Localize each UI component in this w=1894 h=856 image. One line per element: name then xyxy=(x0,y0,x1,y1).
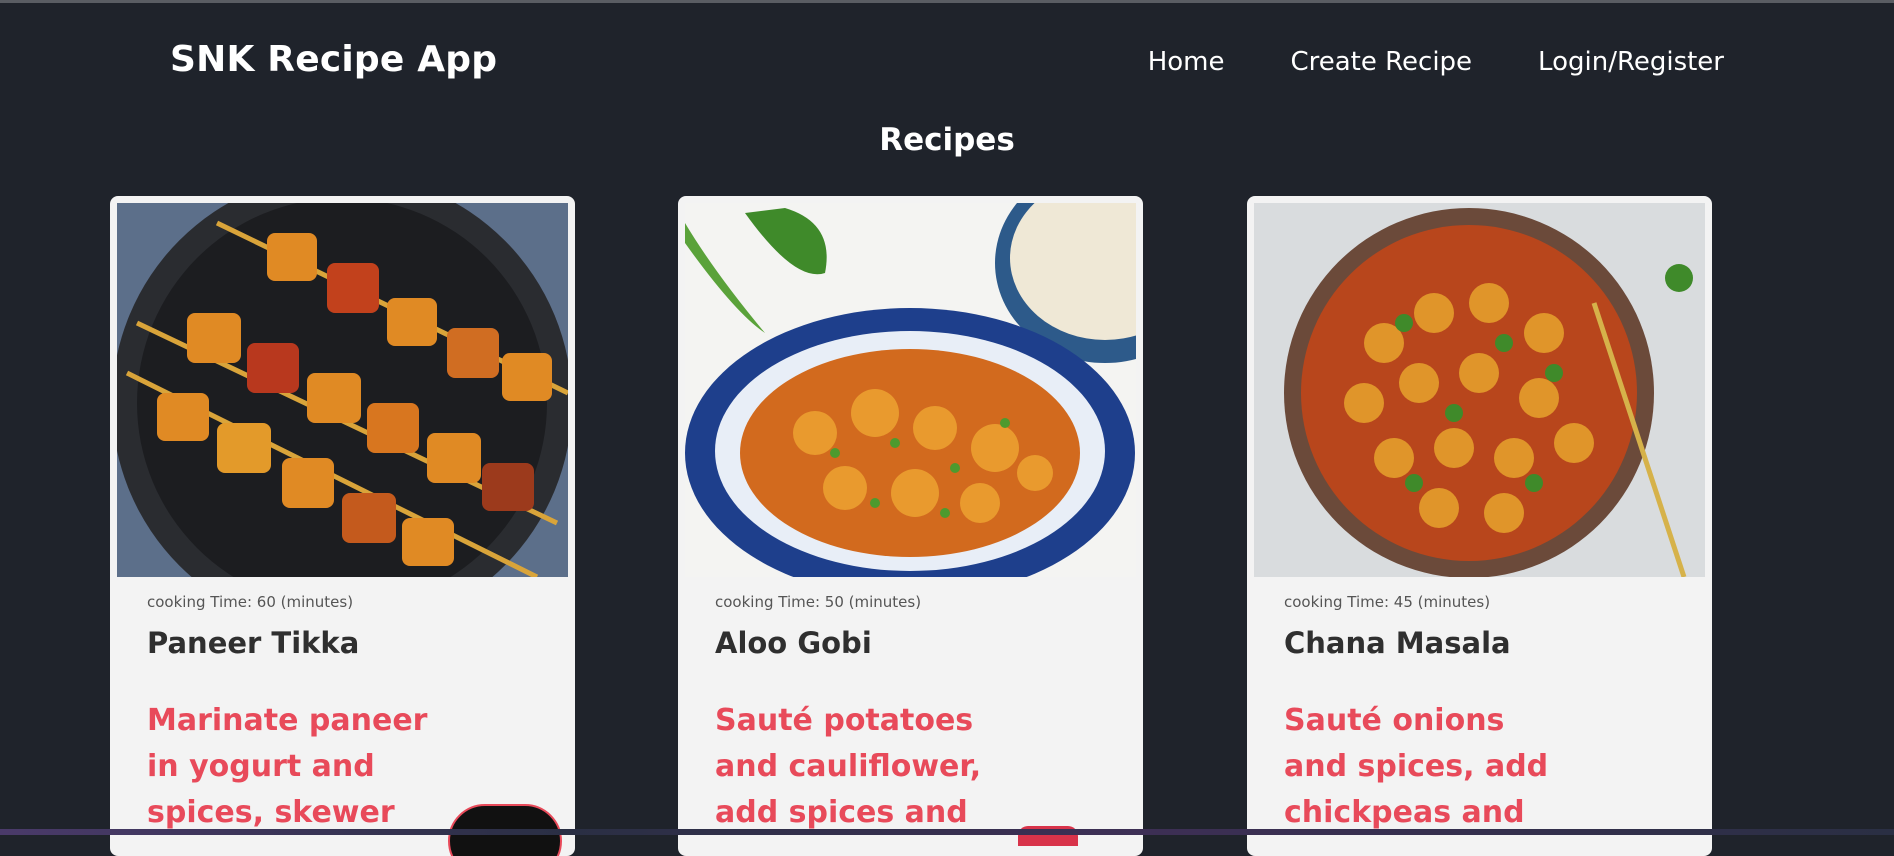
recipe-title: Paneer Tikka xyxy=(147,626,360,660)
nav-home-link[interactable]: Home xyxy=(1148,47,1225,77)
cooking-time: cooking Time: 45 (minutes) xyxy=(1284,593,1491,611)
recipe-image-chana-masala xyxy=(1254,203,1705,577)
recipe-description: Marinate paneer in yogurt and spices, sk… xyxy=(147,703,428,830)
recipe-card: cooking Time: 60 (minutes) Paneer Tikka … xyxy=(110,196,575,856)
nav-create-recipe-link[interactable]: Create Recipe xyxy=(1290,47,1472,77)
page-title: Recipes xyxy=(879,122,1015,158)
cooking-time: cooking Time: 60 (minutes) xyxy=(147,593,354,611)
recipe-description: Sauté potatoes and cauliflower, add spic… xyxy=(715,703,982,830)
recipe-title: Chana Masala xyxy=(1284,626,1511,660)
window-bottom-border xyxy=(0,829,1894,835)
recipe-description: Sauté onions and spices, add chickpeas a… xyxy=(1284,703,1549,830)
recipe-image-aloo-gobi xyxy=(685,203,1136,577)
recipe-image-paneer-tikka xyxy=(117,203,568,577)
brand-logo[interactable]: SNK Recipe App xyxy=(170,39,497,80)
cooking-time: cooking Time: 50 (minutes) xyxy=(715,593,922,611)
nav-links: Home Create Recipe Login/Register xyxy=(1148,47,1724,77)
recipe-title: Aloo Gobi xyxy=(715,626,872,660)
nav-login-register-link[interactable]: Login/Register xyxy=(1538,47,1724,77)
navbar: SNK Recipe App Home Create Recipe Login/… xyxy=(0,3,1894,123)
recipe-card: cooking Time: 45 (minutes) Chana Masala … xyxy=(1247,196,1712,856)
recipe-card: cooking Time: 50 (minutes) Aloo Gobi Sau… xyxy=(678,196,1143,856)
